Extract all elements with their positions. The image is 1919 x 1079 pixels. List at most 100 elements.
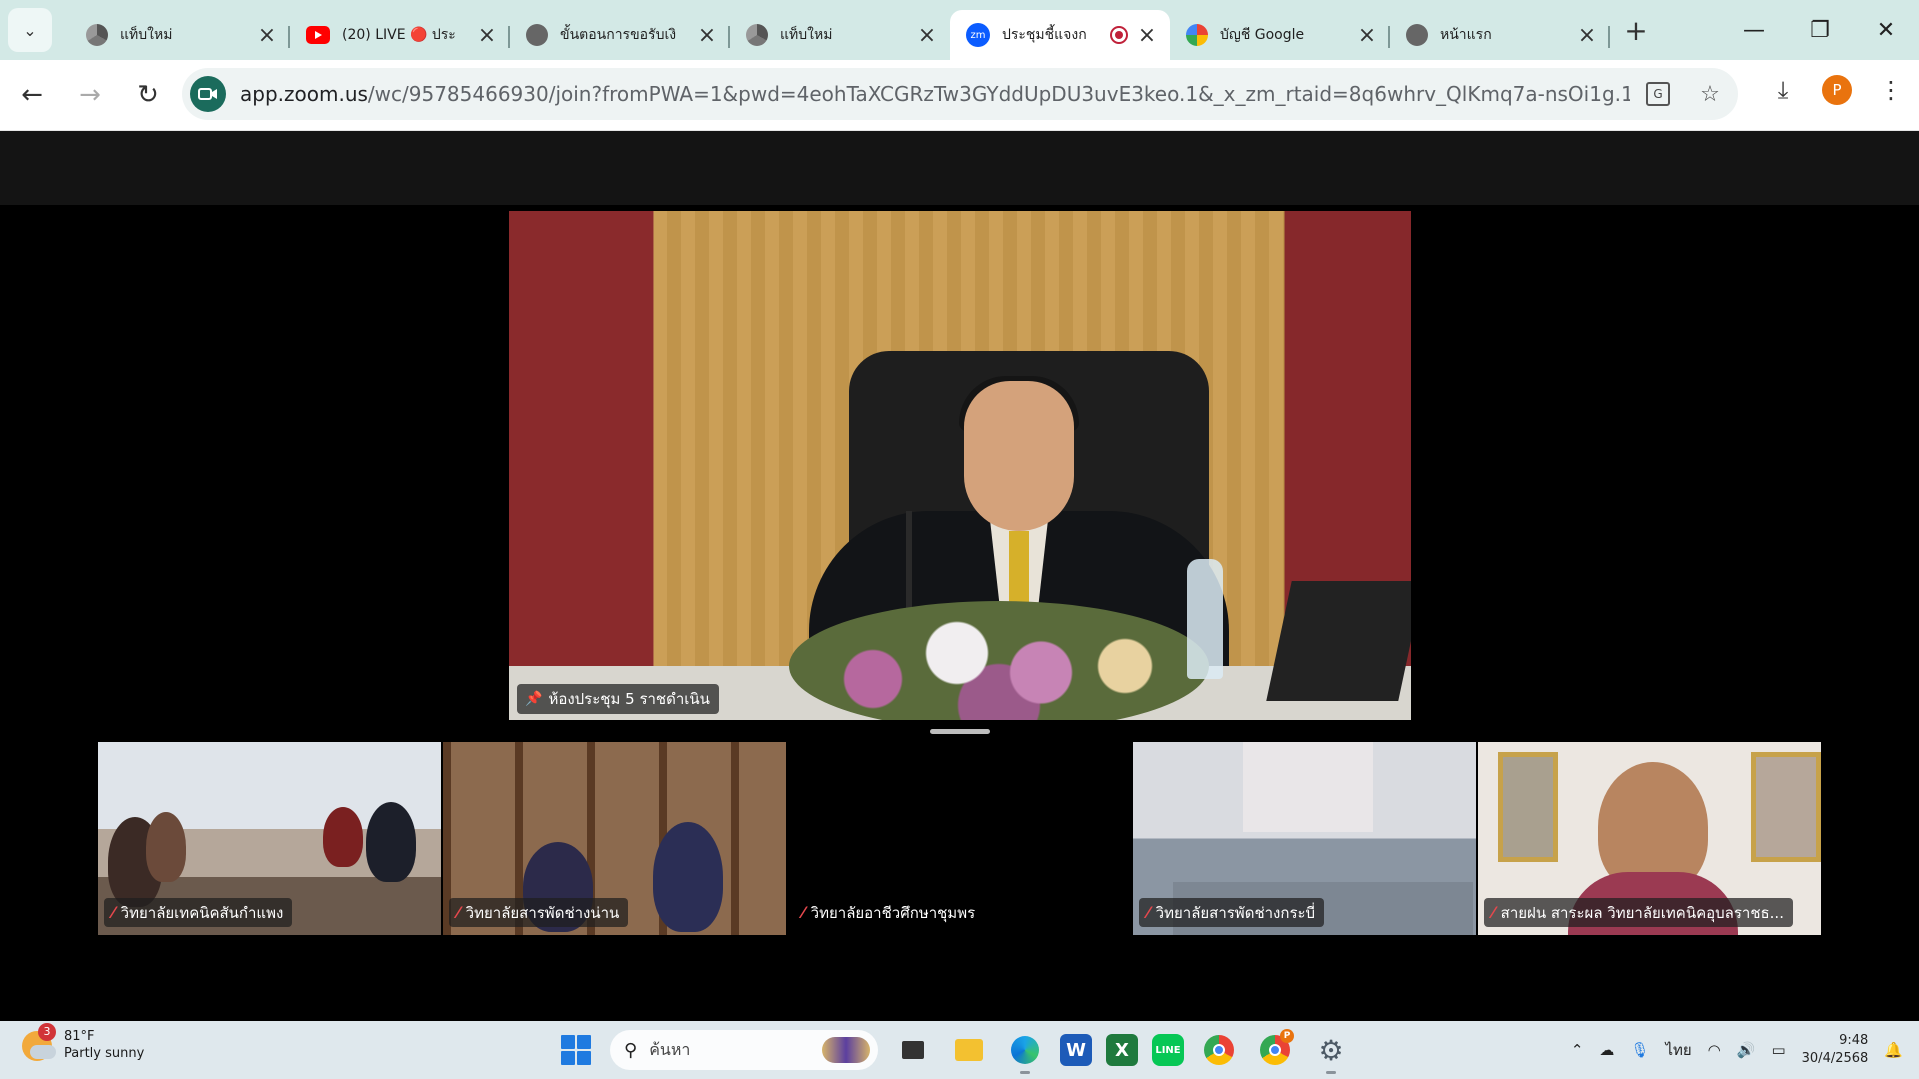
mic-muted-icon: ⁄ <box>112 903 115 922</box>
new-tab-button[interactable]: + <box>1616 10 1656 50</box>
profile-button[interactable]: P <box>1817 70 1857 110</box>
participant-name: วิทยาลัยสารพัดช่างกระบี่ <box>1155 903 1316 922</box>
resize-handle[interactable] <box>930 729 990 734</box>
tab-youtube-live[interactable]: (20) LIVE 🔴 ประ × <box>290 10 510 60</box>
tab-home[interactable]: หน้าแรก × <box>1390 10 1610 60</box>
tab-google-account[interactable]: บัญชี Google × <box>1170 10 1390 60</box>
participant-name-label: ⁄ สายฝน สาระผล วิทยาลัยเทคนิคอุบลราชธ... <box>1484 898 1793 927</box>
forward-button[interactable]: → <box>64 69 116 121</box>
participant-name-label: ⁄ วิทยาลัยเทคนิคสันกำแพง <box>104 898 293 927</box>
windows-logo-pane <box>577 1051 591 1065</box>
tab-new-tab-1[interactable]: แท็บใหม่ × <box>70 10 290 60</box>
excel-icon[interactable]: X <box>1106 1034 1138 1066</box>
close-icon[interactable]: × <box>1356 23 1378 48</box>
chrome-icon <box>746 24 768 46</box>
clock[interactable]: 9:48 30/4/2568 <box>1802 1032 1869 1067</box>
url-path: /wc/95785466930/join?fromPWA=1&pwd=4eohT… <box>367 82 1630 106</box>
participant-tile[interactable]: ⁄ วิทยาลัยสารพัดช่างกระบี่ <box>1133 742 1476 935</box>
tab-label: แท็บใหม่ <box>780 27 833 43</box>
close-icon[interactable]: × <box>256 23 278 48</box>
notification-bell-icon[interactable]: 🔔 <box>1884 1041 1903 1059</box>
word-icon[interactable]: W <box>1060 1034 1092 1066</box>
cloud-shape <box>30 1044 56 1059</box>
weather-desc: Partly sunny <box>64 1045 145 1061</box>
start-button[interactable] <box>556 1030 596 1070</box>
water-bottle <box>1187 559 1223 679</box>
tab-label: แท็บใหม่ <box>120 27 173 43</box>
tab-procedure[interactable]: ขั้นตอนการขอรับเงิ × <box>510 10 730 60</box>
task-view-icon[interactable] <box>892 1029 934 1071</box>
windows-logo-pane <box>561 1051 575 1065</box>
weather-widget[interactable]: 3 81°F Partly sunny <box>22 1022 145 1063</box>
download-icon[interactable]: ⤓ <box>1763 70 1803 110</box>
close-icon[interactable]: × <box>916 23 938 48</box>
address-bar[interactable]: app.zoom.us/wc/95785466930/join?fromPWA=… <box>182 68 1738 120</box>
close-icon[interactable]: × <box>1576 23 1598 48</box>
tab-new-tab-2[interactable]: แท็บใหม่ × <box>730 10 950 60</box>
participant-tile[interactable]: ⁄ วิทยาลัยสารพัดช่างน่าน <box>443 742 786 935</box>
participant-name: วิทยาลัยอาชีวศึกษาชุมพร <box>810 903 976 922</box>
search-icon: ⚲ <box>624 1039 638 1061</box>
tab-search-button[interactable]: ⌄ <box>8 8 52 52</box>
partly-sunny-icon: 3 <box>22 1022 56 1061</box>
browser-tab-strip: ⌄ แท็บใหม่ × (20) LIVE 🔴 ประ × ขั้นตอนกา… <box>0 0 1919 60</box>
arrow-right-icon: → <box>79 80 101 110</box>
url-text[interactable]: app.zoom.us/wc/95785466930/join?fromPWA=… <box>240 82 1630 106</box>
windows-logo-icon <box>561 1035 575 1049</box>
line-icon[interactable]: LINE <box>1152 1034 1184 1066</box>
menu-icon[interactable]: ⋮ <box>1871 70 1911 110</box>
participant-tile[interactable]: ⁄ วิทยาลัยเทคนิคสันกำแพง <box>98 742 441 935</box>
participant-name: วิทยาลัยสารพัดช่างน่าน <box>465 903 620 922</box>
edge-icon[interactable] <box>1004 1029 1046 1074</box>
onedrive-offline-icon[interactable]: ☁ <box>1599 1041 1614 1059</box>
settings-icon[interactable]: ⚙ <box>1310 1029 1352 1074</box>
minimize-icon[interactable]: — <box>1721 0 1787 60</box>
battery-icon[interactable]: ▭ <box>1771 1041 1785 1059</box>
recording-icon <box>1110 26 1128 44</box>
file-explorer-icon[interactable] <box>948 1029 990 1071</box>
bookmark-star-icon[interactable]: ☆ <box>1694 78 1726 110</box>
close-icon[interactable]: × <box>696 23 718 48</box>
volume-icon[interactable]: 🔊 <box>1737 1041 1756 1059</box>
reload-icon: ↻ <box>137 80 159 110</box>
flower-arrangement <box>789 601 1209 720</box>
mic-muted-icon: ⁄ <box>1492 903 1495 922</box>
close-icon[interactable]: × <box>476 23 498 48</box>
language-indicator[interactable]: ไทย <box>1665 1038 1691 1062</box>
mic-muted-icon: ⁄ <box>802 903 805 922</box>
window-controls: — ❐ ✕ <box>1721 0 1919 60</box>
active-speaker-video[interactable]: 📌 ห้องประชุม 5 ราชดำเนิน <box>509 211 1411 720</box>
windows-logo-pane <box>577 1035 591 1049</box>
globe-icon <box>526 24 548 46</box>
chrome-profile-taskbar-icon[interactable]: P <box>1254 1029 1296 1071</box>
zoom-meeting-view: 📌 ห้องประชุม 5 ราชดำเนิน ⁄ วิทยาลัยเทคนิ… <box>0 131 1919 1021</box>
chevron-up-icon[interactable]: ⌃ <box>1571 1041 1584 1059</box>
reload-button[interactable]: ↻ <box>122 69 174 121</box>
tab-zoom-meeting[interactable]: zm ประชุมชี้แจงก × <box>950 10 1170 60</box>
wall-frame <box>1751 752 1821 862</box>
participant-tile[interactable]: ⁄ วิทยาลัยอาชีวศึกษาชุมพร <box>788 742 1131 935</box>
site-info-icon[interactable] <box>190 76 226 112</box>
clock-time: 9:48 <box>1839 1033 1869 1049</box>
close-window-icon[interactable]: ✕ <box>1853 0 1919 60</box>
search-placeholder: ค้นหา <box>649 1039 691 1059</box>
google-icon <box>1186 24 1208 46</box>
avatar: P <box>1822 75 1852 105</box>
chrome-taskbar-icon[interactable] <box>1198 1029 1240 1071</box>
back-button[interactable]: ← <box>6 69 58 121</box>
translate-icon[interactable]: G <box>1642 78 1674 110</box>
projector-screen <box>1243 742 1373 832</box>
restore-icon[interactable]: ❐ <box>1787 0 1853 60</box>
wifi-icon[interactable]: ◠ <box>1708 1041 1721 1059</box>
participant-gallery: ⁄ วิทยาลัยเทคนิคสันกำแพง ⁄ วิทยาลัยสารพั… <box>98 742 1823 935</box>
participant-person <box>323 807 363 867</box>
participant-tile[interactable]: ⁄ สายฝน สาระผล วิทยาลัยเทคนิคอุบลราชธ... <box>1478 742 1821 935</box>
microphone-icon[interactable]: 🎙 <box>1630 1041 1649 1059</box>
speaker-name-label: 📌 ห้องประชุม 5 ราชดำเนิน <box>517 684 719 714</box>
taskbar-search[interactable]: ⚲ ค้นหา <box>610 1030 878 1070</box>
profile-badge: P <box>1280 1029 1294 1043</box>
tab-label: (20) LIVE 🔴 ประ <box>342 27 456 43</box>
participant-name-label: ⁄ วิทยาลัยสารพัดช่างกระบี่ <box>1139 898 1325 927</box>
participant-name-label: ⁄ วิทยาลัยอาชีวศึกษาชุมพร <box>794 898 984 927</box>
close-icon[interactable]: × <box>1136 23 1158 48</box>
